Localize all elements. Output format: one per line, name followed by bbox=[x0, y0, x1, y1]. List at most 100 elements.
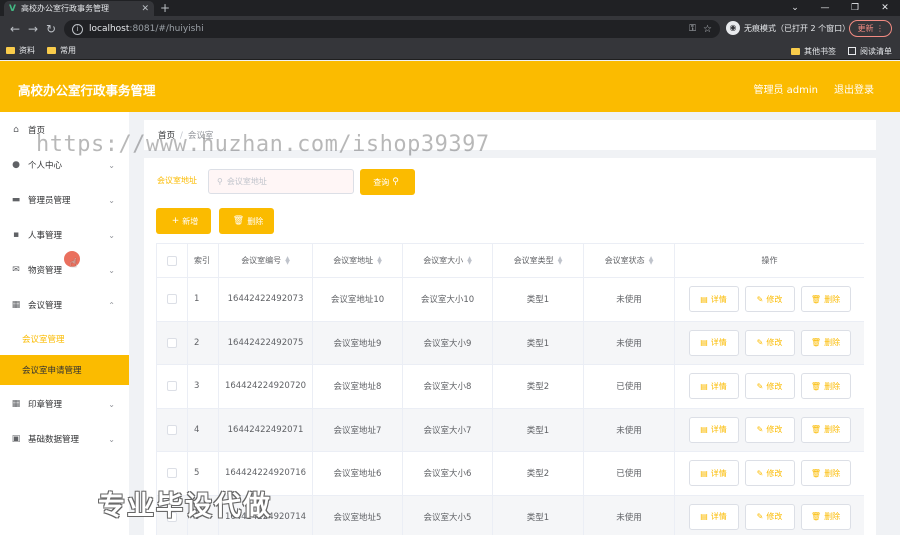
sidebar-subitem-room-applications[interactable]: 会议室申请管理 bbox=[0, 355, 129, 385]
delete-button-label: 删除 bbox=[247, 216, 264, 226]
cell-type: 类型1 bbox=[493, 408, 584, 451]
delete-button[interactable]: 🗑 删除 bbox=[800, 416, 851, 443]
detail-button[interactable]: ▤ 详情 bbox=[688, 329, 739, 356]
edit-button[interactable]: ✎ 修改 bbox=[744, 460, 795, 487]
forward-icon[interactable]: → bbox=[24, 22, 42, 36]
detail-button[interactable]: ▤ 详情 bbox=[688, 460, 739, 487]
sidebar-item-seals[interactable]: ▦ 印章管理 ⌄ bbox=[0, 389, 129, 419]
delete-button[interactable]: 🗑 删除 bbox=[800, 329, 851, 356]
row-checkbox[interactable] bbox=[167, 381, 177, 392]
logout-link[interactable]: 退出登录 bbox=[834, 81, 874, 96]
user-icon: ● bbox=[12, 160, 20, 170]
cell-type: 类型2 bbox=[493, 452, 584, 495]
site-info-icon[interactable]: i bbox=[72, 23, 83, 35]
other-bookmarks[interactable]: 其他书签 bbox=[791, 46, 836, 57]
bookmark-star-icon[interactable]: ☆ bbox=[703, 24, 712, 35]
delete-button-label: 删除 bbox=[824, 294, 841, 304]
sort-icon[interactable]: ▲ ▼ bbox=[285, 255, 290, 265]
reading-list-icon bbox=[848, 47, 856, 55]
select-all-cell bbox=[157, 244, 188, 277]
row-select-cell bbox=[157, 408, 188, 451]
sort-icon[interactable]: ▲ ▼ bbox=[649, 255, 654, 265]
sidebar-item-admins[interactable]: ▬ 管理员管理 ⌄ bbox=[0, 185, 129, 215]
column-header-address[interactable]: 会议室地址 ▲ ▼ bbox=[313, 244, 403, 277]
new-tab-icon[interactable]: + bbox=[160, 1, 170, 15]
cell-address: 会议室地址9 bbox=[313, 321, 403, 364]
row-checkbox[interactable] bbox=[167, 424, 177, 435]
bookmark-folder[interactable]: 常用 bbox=[47, 45, 76, 56]
detail-button-label: 详情 bbox=[710, 425, 727, 435]
row-checkbox[interactable] bbox=[167, 337, 177, 348]
cell-address: 会议室地址6 bbox=[313, 452, 403, 495]
delete-button[interactable]: 🗑 删除 bbox=[800, 503, 851, 530]
edit-button[interactable]: ✎ 修改 bbox=[744, 329, 795, 356]
search-button[interactable]: 查询 ⚲ bbox=[360, 169, 415, 195]
reload-icon[interactable]: ↻ bbox=[42, 22, 60, 36]
detail-button-label: 详情 bbox=[710, 512, 727, 522]
column-header-code[interactable]: 会议室编号 ▲ ▼ bbox=[219, 244, 313, 277]
close-tab-icon[interactable]: ✕ bbox=[141, 4, 149, 14]
edit-button[interactable]: ✎ 修改 bbox=[744, 286, 795, 313]
cell-code: 16442422492073 bbox=[219, 278, 313, 321]
delete-button-label: 删除 bbox=[824, 468, 841, 478]
select-all-checkbox[interactable] bbox=[167, 255, 177, 266]
update-button[interactable]: 更新 ⋮ bbox=[849, 20, 892, 37]
delete-button[interactable]: 🗑 删除 bbox=[800, 373, 851, 400]
edit-button[interactable]: ✎ 修改 bbox=[744, 416, 795, 443]
row-checkbox[interactable] bbox=[167, 294, 177, 305]
sort-icon[interactable]: ▲ ▼ bbox=[467, 255, 472, 265]
row-checkbox[interactable] bbox=[167, 468, 177, 479]
promo-overlay-text: 专业毕设代做 bbox=[98, 491, 272, 522]
edit-button[interactable]: ✎ 修改 bbox=[744, 503, 795, 530]
incognito-icon: ◉ bbox=[726, 21, 740, 35]
trash-icon: 🗑 bbox=[810, 425, 822, 435]
detail-button[interactable]: ▤ 详情 bbox=[688, 286, 739, 313]
app-header: 高校办公室行政事务管理 管理员 admin 退出登录 bbox=[0, 61, 900, 112]
detail-button[interactable]: ▤ 详情 bbox=[688, 503, 739, 530]
add-button[interactable]: + 新增 bbox=[156, 208, 211, 234]
restore-icon[interactable]: ❐ bbox=[840, 0, 870, 16]
reading-list[interactable]: 阅读清单 bbox=[848, 46, 892, 57]
home-icon: ⌂ bbox=[13, 125, 19, 135]
sort-icon[interactable]: ▲ ▼ bbox=[377, 255, 382, 265]
page-scrollbar[interactable] bbox=[876, 112, 900, 535]
column-header-actions: 操作 bbox=[675, 244, 864, 277]
clipboard-icon: ▣ bbox=[11, 434, 21, 444]
bookmark-folder[interactable]: 资料 bbox=[6, 45, 35, 56]
address-bar[interactable]: i localhost :8081/#/huiyishi ⚿ ☆ bbox=[64, 20, 720, 38]
column-header-type[interactable]: 会议室类型 ▲ ▼ bbox=[493, 244, 584, 277]
delete-button[interactable]: 🗑 删除 bbox=[800, 460, 851, 487]
sidebar-subitem-meeting-rooms[interactable]: 会议室管理 bbox=[0, 324, 129, 354]
cell-status: 已使用 bbox=[584, 365, 675, 408]
tab-search-icon[interactable]: ⌄ bbox=[780, 0, 810, 16]
trash-icon: 🗑 bbox=[810, 468, 822, 478]
trash-icon: 🗑 bbox=[810, 512, 822, 522]
search-icon: ⚲ bbox=[392, 177, 399, 187]
sidebar-item-personnel[interactable]: ▪ 人事管理 ⌄ bbox=[0, 220, 129, 250]
minimize-icon[interactable]: — bbox=[810, 0, 840, 16]
key-icon[interactable]: ⚿ bbox=[689, 24, 696, 34]
search-label: 会议室地址 bbox=[157, 176, 197, 185]
column-header-size[interactable]: 会议室大小 ▲ ▼ bbox=[403, 244, 493, 277]
batch-delete-button[interactable]: 🗑 删除 bbox=[219, 208, 274, 234]
column-header-status[interactable]: 会议室状态 ▲ ▼ bbox=[584, 244, 675, 277]
delete-button[interactable]: 🗑 删除 bbox=[800, 286, 851, 313]
tab-title: 高校办公室行政事务管理 bbox=[20, 4, 109, 13]
chevron-down-icon: ⌄ bbox=[108, 160, 115, 170]
sidebar-item-base-data[interactable]: ▣ 基础数据管理 ⌄ bbox=[0, 424, 129, 454]
incognito-indicator[interactable]: ◉ 无痕模式（已打开 2 个窗口） bbox=[726, 21, 850, 35]
close-window-icon[interactable]: ✕ bbox=[870, 0, 900, 16]
search-input[interactable]: ⚲ 会议室地址 bbox=[208, 169, 354, 194]
bookmarks-bar: 资料 常用 其他书签 阅读清单 bbox=[0, 42, 900, 60]
back-icon[interactable]: ← bbox=[6, 22, 24, 36]
trash-icon: 🗑 bbox=[232, 216, 245, 226]
detail-button[interactable]: ▤ 详情 bbox=[688, 416, 739, 443]
cell-index: 4 bbox=[188, 408, 219, 451]
browser-tab[interactable]: V 高校办公室行政事务管理 ✕ bbox=[4, 1, 154, 16]
detail-button[interactable]: ▤ 详情 bbox=[688, 373, 739, 400]
sidebar-item-meetings[interactable]: ▦ 会议管理 ⌃ bbox=[0, 290, 129, 320]
sort-icon[interactable]: ▲ ▼ bbox=[558, 255, 563, 265]
edit-button[interactable]: ✎ 修改 bbox=[744, 373, 795, 400]
main-content: 首页 / 会议室 会议室地址 ⚲ 会议室地址 查询 ⚲ + 新增 🗑 删除 索引 会议室编… bbox=[144, 116, 876, 535]
column-header-label: 会议室编号 bbox=[241, 256, 282, 265]
